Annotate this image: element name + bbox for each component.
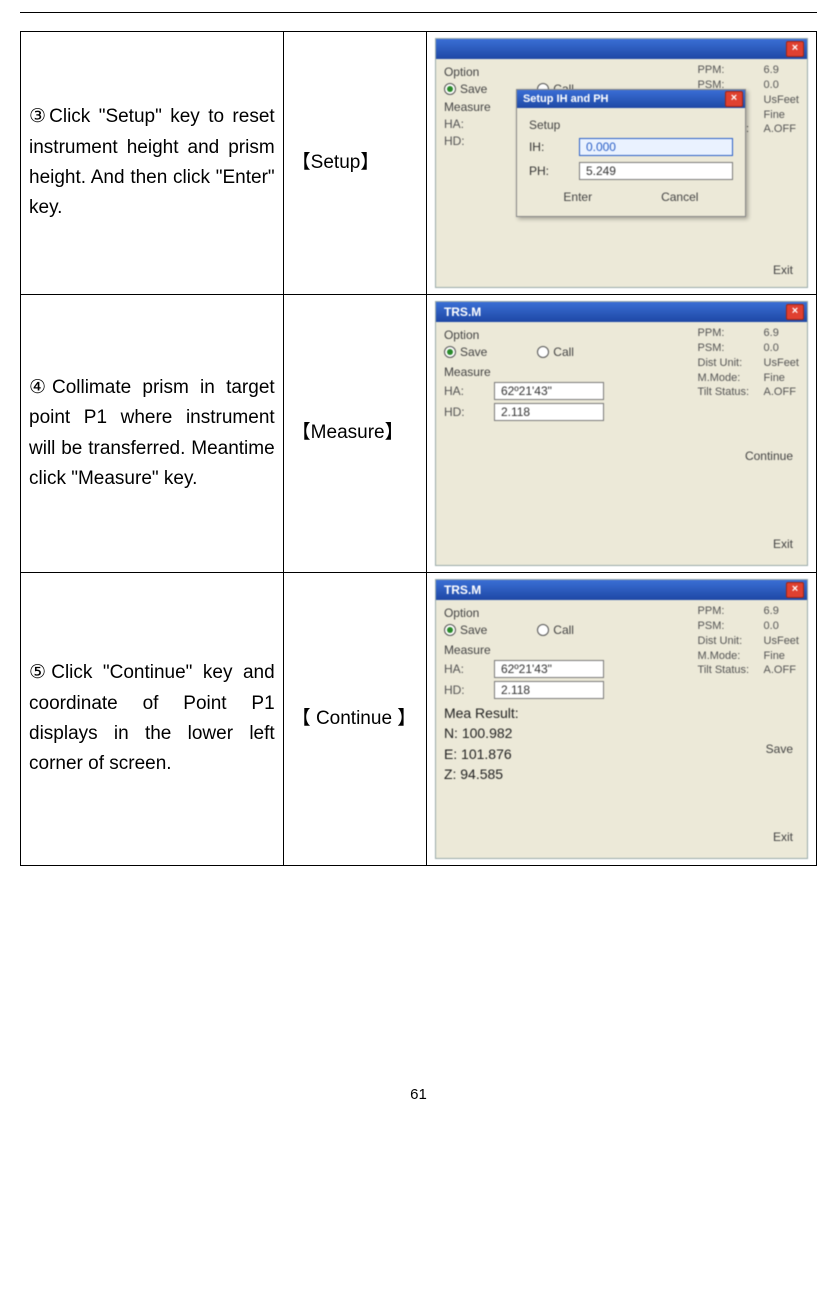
radio-save-label: Save (460, 82, 487, 96)
radio-call[interactable] (537, 624, 549, 636)
step-4-desc: ④Collimate prism in target point P1 wher… (21, 295, 284, 573)
setup-dialog: Setup IH and PH × Setup IH: 0.000 (516, 89, 746, 217)
page-number: 61 (20, 1086, 817, 1123)
ha-label: HA: (444, 662, 484, 676)
hd-label: HD: (444, 683, 484, 697)
result-n: N: 100.982 (444, 723, 799, 743)
exit-button[interactable]: Exit (769, 828, 797, 846)
ha-label: HA: (444, 384, 484, 398)
close-icon[interactable]: × (786, 582, 804, 598)
window-title: TRS.M (444, 583, 481, 597)
step-4-screenshot: TRS.M × Option Save Call PPM (426, 295, 816, 573)
step-3-desc: ③Click "Setup" key to reset instrument h… (21, 32, 284, 295)
exit-button[interactable]: Exit (769, 261, 797, 279)
window-titlebar: TRS.M × (436, 302, 807, 322)
window-titlebar: TRS.M × (436, 580, 807, 600)
radio-save[interactable] (444, 346, 456, 358)
ph-input[interactable]: 5.249 (579, 162, 733, 180)
continue-button[interactable]: Continue (741, 447, 797, 465)
ih-input[interactable]: 0.000 (579, 138, 733, 156)
window-titlebar: × (436, 39, 807, 59)
hd-value: 2.118 (494, 681, 604, 699)
dialog-close-icon[interactable]: × (725, 91, 743, 107)
result-title: Mea Result: (444, 703, 799, 723)
radio-call[interactable] (537, 346, 549, 358)
enter-button[interactable]: Enter (559, 188, 596, 206)
step-4-key: 【Measure】 (283, 295, 426, 573)
hd-label: HD: (444, 405, 484, 419)
status-panel: PPM:6.9 PSM:0.0 Dist Unit:UsFeet M.Mode:… (698, 326, 799, 400)
exit-button[interactable]: Exit (769, 535, 797, 553)
hd-value: 2.118 (494, 403, 604, 421)
close-icon[interactable]: × (786, 304, 804, 320)
step-5-desc: ⑤Click "Continue" key and coordinate of … (21, 573, 284, 866)
ha-value: 62º21'43" (494, 382, 604, 400)
window-title: TRS.M (444, 305, 481, 319)
disabled-button (786, 491, 797, 509)
radio-call-label: Call (553, 623, 574, 637)
step-3-key: 【Setup】 (283, 32, 426, 295)
ph-label: PH: (529, 164, 569, 178)
cancel-button[interactable]: Cancel (657, 188, 702, 206)
ih-label: IH: (529, 140, 569, 154)
step-5-screenshot: TRS.M × Option Save Call PPM (426, 573, 816, 866)
ha-value: 62º21'43" (494, 660, 604, 678)
radio-call-label: Call (553, 345, 574, 359)
radio-save[interactable] (444, 83, 456, 95)
status-panel: PPM:6.9 PSM:0.0 Dist Unit:UsFeet M.Mode:… (698, 604, 799, 678)
dialog-title: Setup IH and PH (523, 93, 609, 105)
result-e: E: 101.876 (444, 744, 799, 764)
step-5-key: 【 Continue 】 (283, 573, 426, 866)
close-icon[interactable]: × (786, 41, 804, 57)
disabled-button (786, 784, 797, 802)
radio-save-label: Save (460, 623, 487, 637)
save-button[interactable]: Save (762, 740, 797, 758)
result-z: Z: 94.585 (444, 764, 799, 784)
radio-save-label: Save (460, 345, 487, 359)
step-3-screenshot: × Option Save Call PPM:6.9 (426, 32, 816, 295)
dialog-setup-label: Setup (529, 118, 733, 132)
radio-save[interactable] (444, 624, 456, 636)
instruction-table: ③Click "Setup" key to reset instrument h… (20, 31, 817, 866)
